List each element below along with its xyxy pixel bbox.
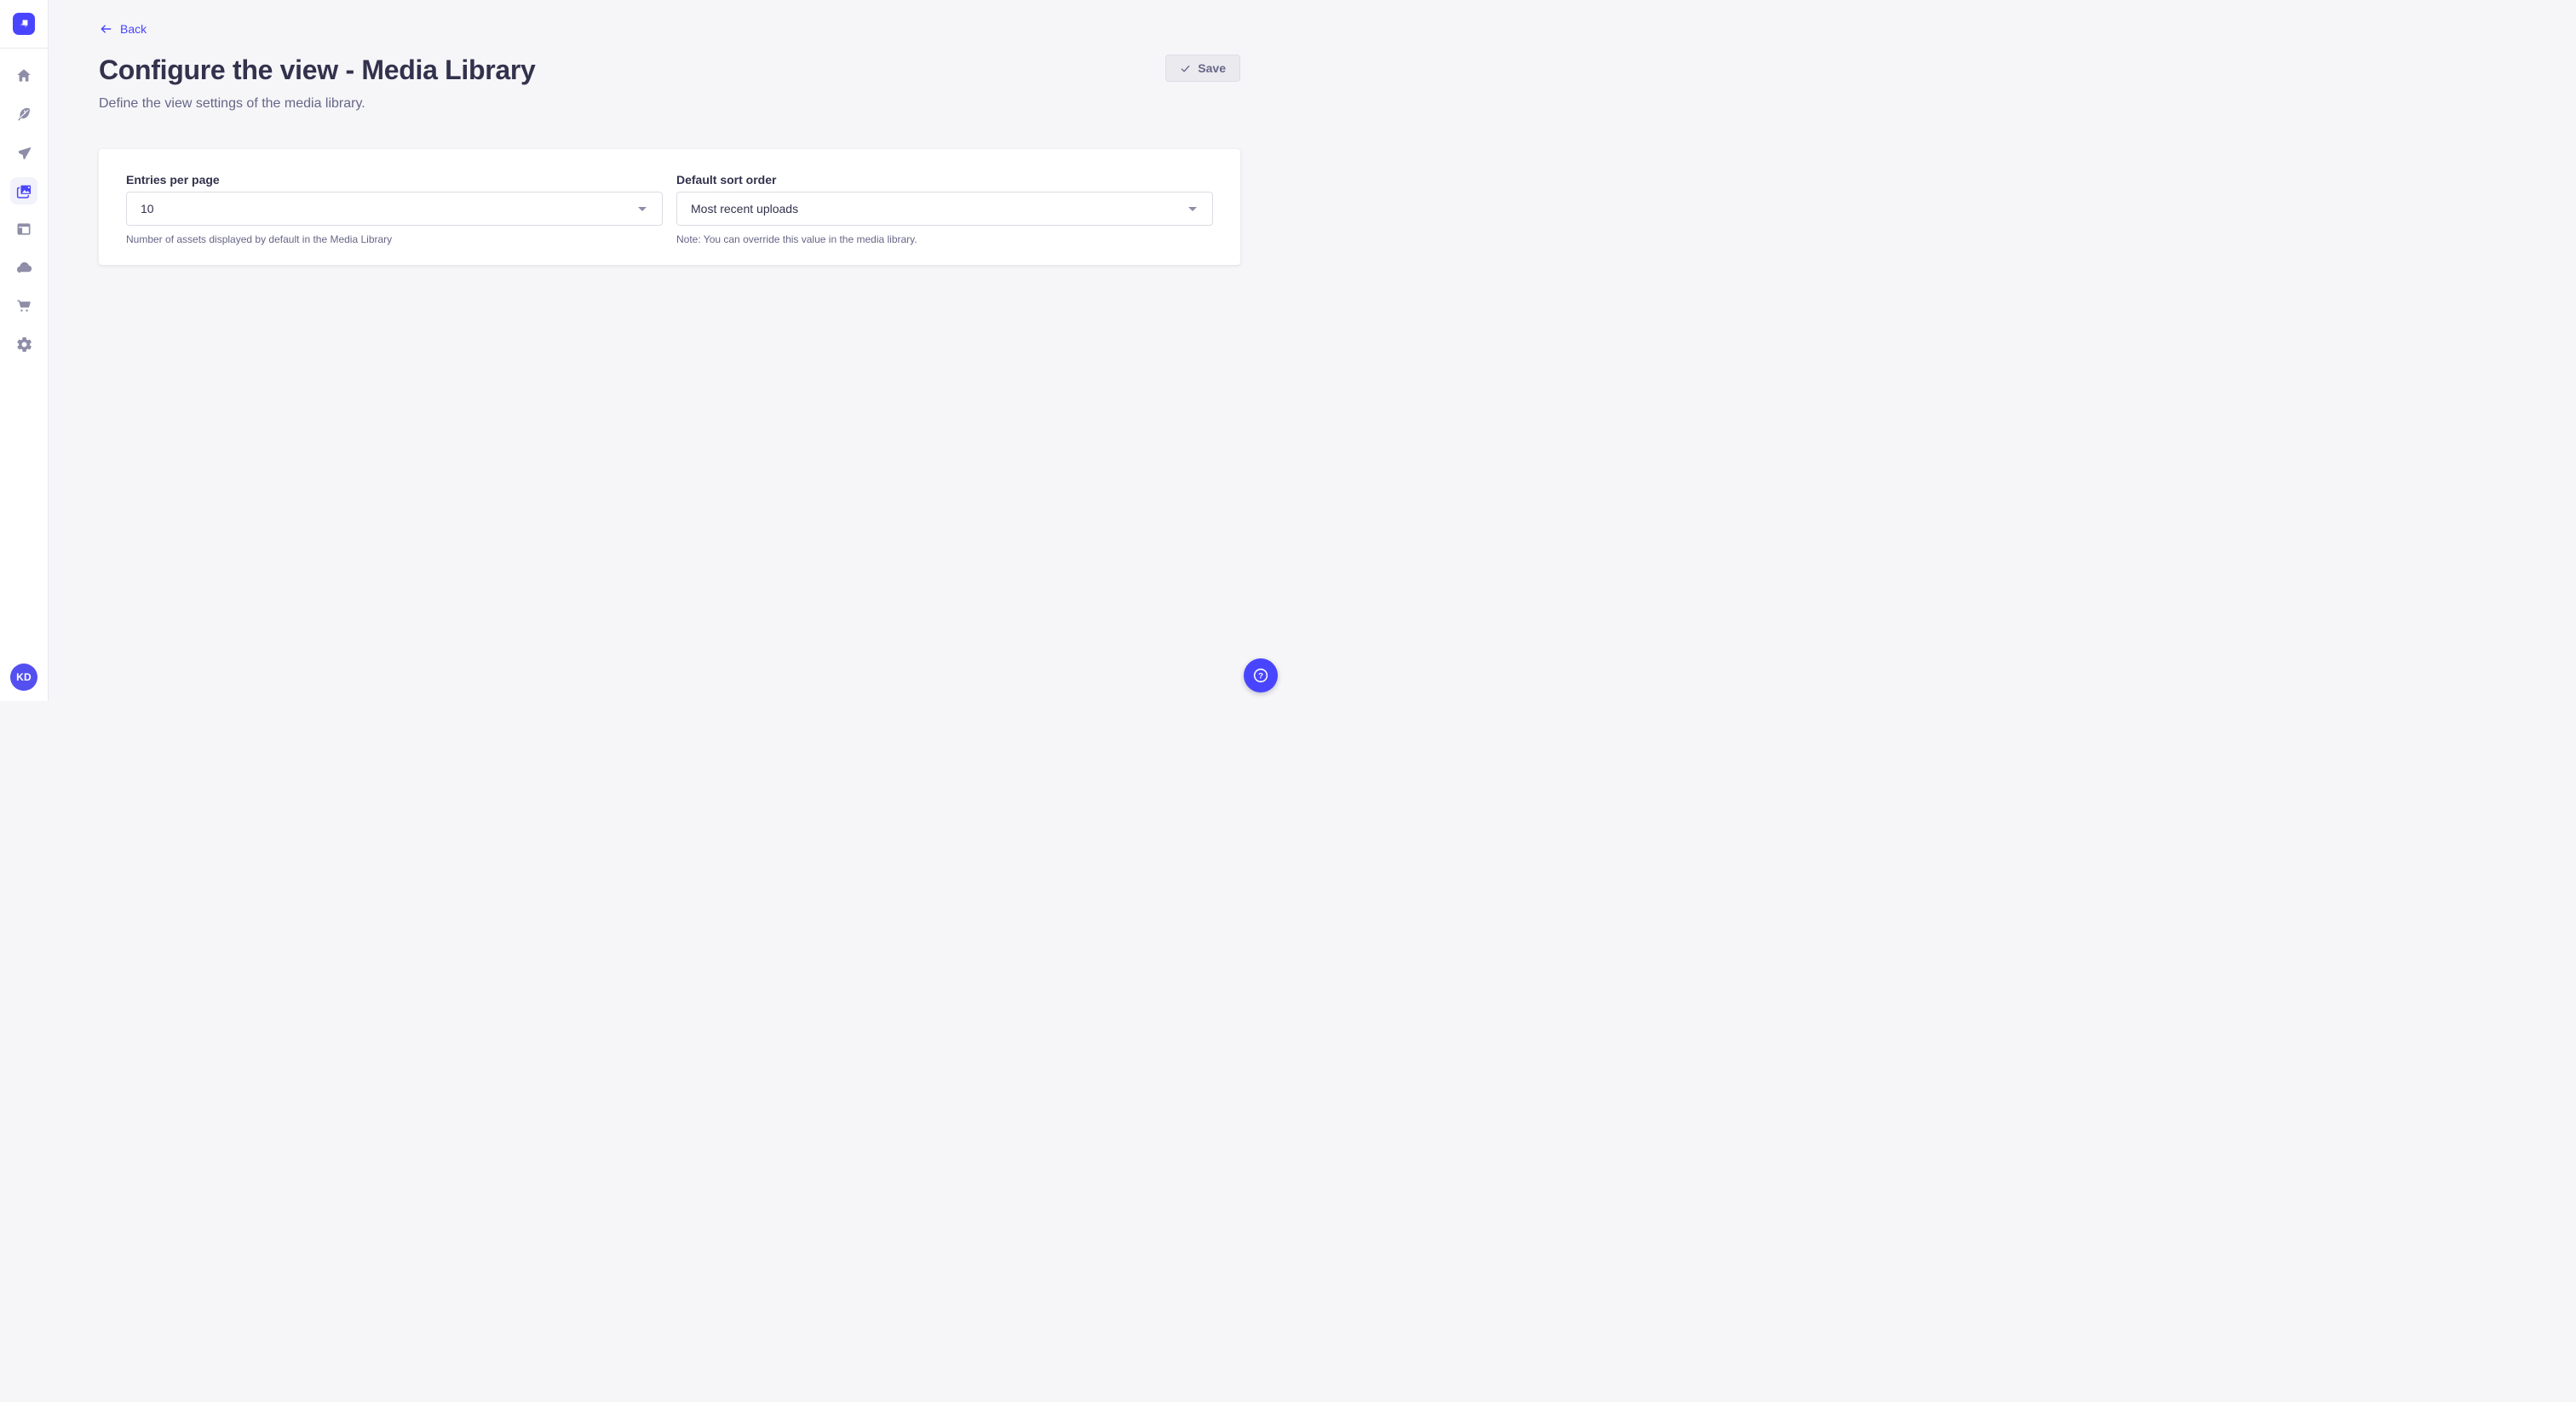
main-content: Back Configure the view - Media Library …: [49, 0, 1288, 701]
default-sort-order-field: Default sort order Most recent uploads N…: [676, 173, 1213, 246]
default-sort-order-value: Most recent uploads: [691, 202, 798, 215]
page-subtitle: Define the view settings of the media li…: [99, 94, 536, 114]
default-sort-order-label: Default sort order: [676, 173, 1213, 187]
app-root: KD Back Configure the view - Media Libra…: [0, 0, 1288, 701]
title-row: Configure the view - Media Library Defin…: [99, 53, 1240, 114]
default-sort-order-hint: Note: You can override this value in the…: [676, 233, 1213, 246]
feather-icon: [15, 106, 32, 123]
sidebar-nav: [0, 49, 48, 358]
home-icon: [15, 67, 32, 84]
chevron-down-icon: [638, 207, 647, 211]
sidebar: KD: [0, 0, 49, 701]
logo-wrap: [0, 0, 48, 48]
check-icon: [1180, 63, 1191, 74]
sidebar-item-releases[interactable]: [10, 139, 37, 166]
sidebar-item-cloud[interactable]: [10, 254, 37, 281]
title-block: Configure the view - Media Library Defin…: [99, 53, 536, 114]
help-button[interactable]: ?: [1244, 658, 1278, 692]
entries-per-page-label: Entries per page: [126, 173, 663, 187]
sidebar-item-home[interactable]: [10, 62, 37, 89]
strapi-logo-button[interactable]: [13, 13, 35, 35]
paper-plane-icon: [15, 144, 32, 161]
entries-per-page-value: 10: [141, 202, 154, 215]
svg-text:?: ?: [1258, 671, 1263, 681]
sidebar-item-content-type-builder[interactable]: [10, 101, 37, 128]
entries-per-page-select[interactable]: 10: [126, 192, 663, 226]
back-label: Back: [120, 22, 147, 36]
cloud-icon: [15, 259, 33, 277]
sidebar-item-media-library[interactable]: [10, 177, 37, 204]
entries-per-page-hint: Number of assets displayed by default in…: [126, 233, 663, 246]
save-label: Save: [1198, 61, 1226, 75]
user-avatar[interactable]: KD: [10, 664, 37, 691]
gear-icon: [15, 336, 33, 353]
sidebar-item-marketplace[interactable]: [10, 292, 37, 319]
back-link[interactable]: Back: [99, 22, 147, 36]
chevron-down-icon: [1188, 207, 1197, 211]
view-settings-card: Entries per page 10 Number of assets dis…: [99, 149, 1240, 265]
strapi-logo-icon: [16, 16, 32, 32]
question-mark-icon: ?: [1251, 666, 1270, 685]
layout-icon: [15, 221, 32, 238]
save-button[interactable]: Save: [1165, 55, 1240, 82]
page-title: Configure the view - Media Library: [99, 53, 536, 87]
cart-icon: [15, 297, 32, 314]
images-icon: [15, 182, 33, 200]
entries-per-page-field: Entries per page 10 Number of assets dis…: [126, 173, 663, 246]
sidebar-item-content-manager[interactable]: [10, 215, 37, 243]
default-sort-order-select[interactable]: Most recent uploads: [676, 192, 1213, 226]
sidebar-item-settings[interactable]: [10, 330, 37, 358]
arrow-left-icon: [99, 22, 112, 36]
